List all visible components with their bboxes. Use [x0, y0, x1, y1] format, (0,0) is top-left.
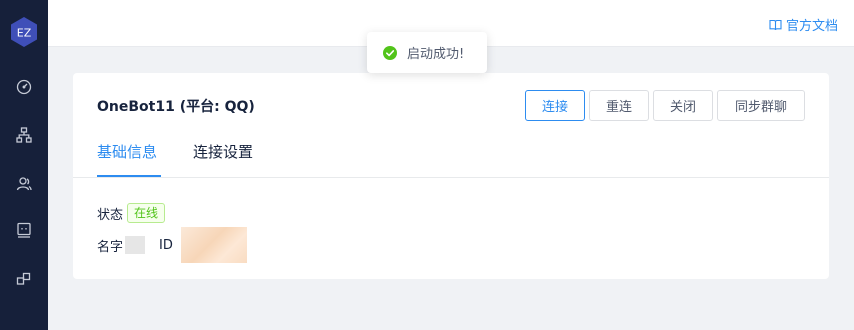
status-badge: 在线	[127, 203, 166, 223]
docs-link-label: 官方文档	[785, 19, 838, 34]
reconnect-button[interactable]: 重连	[589, 90, 649, 121]
users-icon[interactable]	[14, 174, 34, 194]
close-button[interactable]: 关闭	[653, 90, 713, 121]
book-icon	[769, 19, 782, 30]
plugins-icon[interactable]	[14, 269, 34, 289]
docs-link[interactable]: 官方文档	[769, 15, 838, 34]
toast-message: 启动成功!	[407, 47, 465, 62]
status-label: 状态	[97, 207, 124, 223]
logo-text: EZ	[17, 27, 32, 40]
check-circle-icon	[383, 45, 397, 60]
robot-icon[interactable]	[14, 220, 34, 240]
bot-title: OneBot11 (平台: QQ)	[97, 99, 255, 115]
id-value-redacted	[180, 227, 247, 263]
sidebar: EZ	[0, 0, 48, 330]
name-label: 名字	[97, 239, 124, 255]
connect-button[interactable]: 连接	[525, 90, 585, 121]
active-tab-indicator	[97, 175, 161, 177]
status-row: 状态 在线	[97, 203, 166, 223]
sitemap-icon[interactable]	[14, 125, 34, 145]
tab-basic-info[interactable]: 基础信息	[97, 141, 157, 178]
bot-card: OneBot11 (平台: QQ) 连接 重连 关闭 同步群聊 基础信息 连接设…	[73, 73, 829, 279]
dashboard-icon[interactable]	[14, 77, 34, 97]
identity-row: 名字 ID	[97, 227, 247, 263]
sync-groups-button[interactable]: 同步群聊	[717, 90, 805, 121]
tab-connection-settings[interactable]: 连接设置	[193, 141, 253, 178]
success-toast: 启动成功!	[367, 32, 487, 73]
app-logo[interactable]: EZ	[10, 16, 38, 48]
name-value-redacted	[125, 236, 146, 254]
bot-tabs: 基础信息 连接设置	[73, 141, 829, 178]
id-label: ID	[159, 237, 173, 253]
